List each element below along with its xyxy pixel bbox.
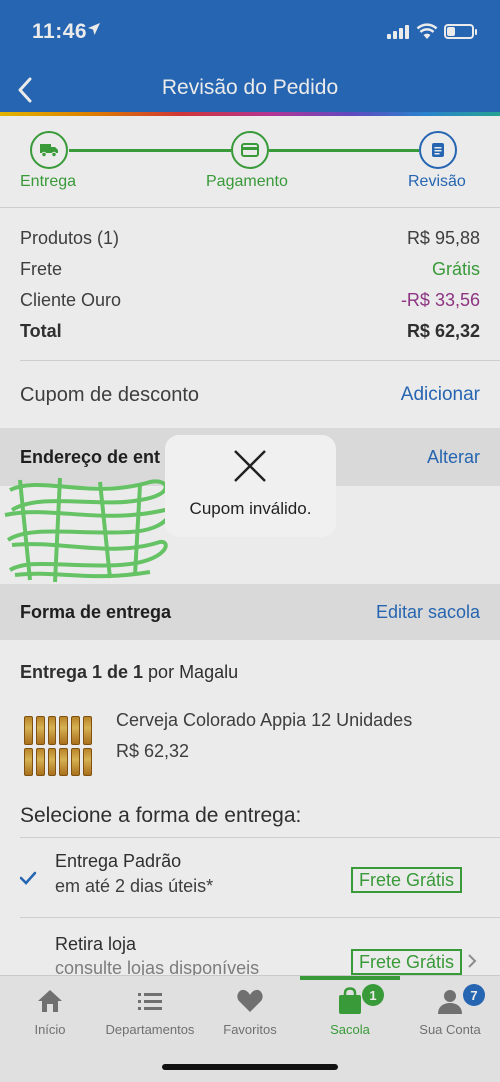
step-delivery[interactable]	[30, 131, 68, 169]
shipment-title: Entrega 1 de 1 por Magalu	[20, 662, 238, 683]
total-label: Total	[20, 321, 62, 341]
toast-message: Cupom inválido.	[189, 499, 312, 518]
cellular-signal-icon	[387, 25, 409, 39]
products-value: R$ 95,88	[406, 228, 480, 248]
step-label-payment: Pagamento	[206, 173, 288, 190]
delivery-option-name: Retira loja	[55, 934, 137, 954]
tab-label: Início	[34, 1022, 66, 1037]
app-header: 11:46 Revisão do Pedido	[0, 0, 500, 116]
change-address-link[interactable]: Alterar	[427, 447, 480, 468]
products-label: Produtos (1)	[20, 228, 120, 248]
shipment-count: Entrega 1 de 1	[20, 662, 144, 682]
location-arrow-icon	[88, 23, 100, 35]
tab-departments[interactable]: Departamentos	[100, 986, 200, 1046]
bag-count-badge: 1	[362, 984, 384, 1006]
divider	[20, 837, 500, 838]
coupon-label: Cupom de desconto	[20, 384, 200, 406]
tab-account[interactable]: Sua Conta 7	[400, 984, 500, 1046]
product-thumbnail	[24, 716, 92, 776]
status-bar: 11:46	[0, 0, 500, 62]
home-icon	[38, 990, 62, 1012]
battery-icon	[444, 24, 477, 39]
notification-badge: 7	[463, 984, 485, 1006]
tab-home[interactable]: Início	[0, 986, 100, 1046]
divider	[0, 207, 500, 208]
add-coupon-link[interactable]: Adicionar	[401, 384, 480, 406]
divider	[20, 917, 500, 918]
address-label: Endereço de ent	[20, 447, 161, 467]
tab-favorites[interactable]: Favoritos	[200, 986, 300, 1046]
shipping-label: Frete	[20, 259, 63, 279]
redacted-address	[4, 477, 172, 583]
home-indicator[interactable]	[162, 1064, 338, 1070]
gold-customer-discount: -R$ 33,56	[400, 290, 480, 310]
delivery-option-detail: em até 2 dias úteis*	[55, 876, 214, 896]
step-label-delivery: Entrega	[20, 173, 77, 190]
document-icon	[432, 143, 444, 157]
tab-label: Sacola	[330, 1022, 370, 1037]
delivery-section-label: Forma de entrega	[20, 602, 172, 622]
tab-label: Favoritos	[223, 1022, 277, 1037]
chevron-right-icon	[468, 954, 477, 968]
edit-bag-link[interactable]: Editar sacola	[376, 602, 480, 623]
tab-bag[interactable]: Sacola 1	[300, 984, 400, 1046]
gold-customer-label: Cliente Ouro	[20, 290, 122, 310]
status-time: 11:46	[32, 20, 88, 43]
user-icon	[438, 990, 462, 1014]
tab-label: Departamentos	[105, 1022, 195, 1037]
page-title: Revisão do Pedido	[161, 76, 339, 99]
delivery-option-name: Entrega Padrão	[55, 851, 182, 871]
card-icon	[241, 143, 259, 157]
bag-icon	[339, 987, 361, 1014]
shipping-value: Grátis	[431, 259, 480, 279]
divider	[20, 360, 500, 361]
active-tab-indicator	[300, 976, 400, 980]
free-shipping-badge: Frete Grátis	[350, 949, 462, 975]
total-value: R$ 62,32	[406, 321, 480, 341]
product-name: Cerveja Colorado Appia 12 Unidades	[116, 710, 413, 730]
step-label-review: Revisão	[408, 173, 466, 190]
close-x-icon	[234, 450, 266, 482]
step-payment[interactable]	[231, 131, 269, 169]
menu-icon	[138, 993, 162, 1010]
truck-icon	[40, 144, 58, 158]
checkout-stepper: Entrega Pagamento Revisão	[0, 116, 500, 208]
heart-icon	[237, 989, 263, 1012]
step-connector	[69, 149, 231, 152]
error-toast: Cupom inválido.	[165, 435, 336, 537]
wifi-icon	[416, 23, 438, 39]
delivery-options-heading: Selecione a forma de entrega:	[20, 804, 302, 827]
checkmark-icon	[19, 871, 37, 885]
product-price: R$ 62,32	[116, 741, 190, 761]
step-connector	[269, 149, 419, 152]
shipment-seller: por Magalu	[143, 662, 239, 682]
free-shipping-badge: Frete Grátis	[350, 867, 462, 893]
step-review[interactable]	[419, 131, 457, 169]
tab-label: Sua Conta	[419, 1022, 481, 1037]
